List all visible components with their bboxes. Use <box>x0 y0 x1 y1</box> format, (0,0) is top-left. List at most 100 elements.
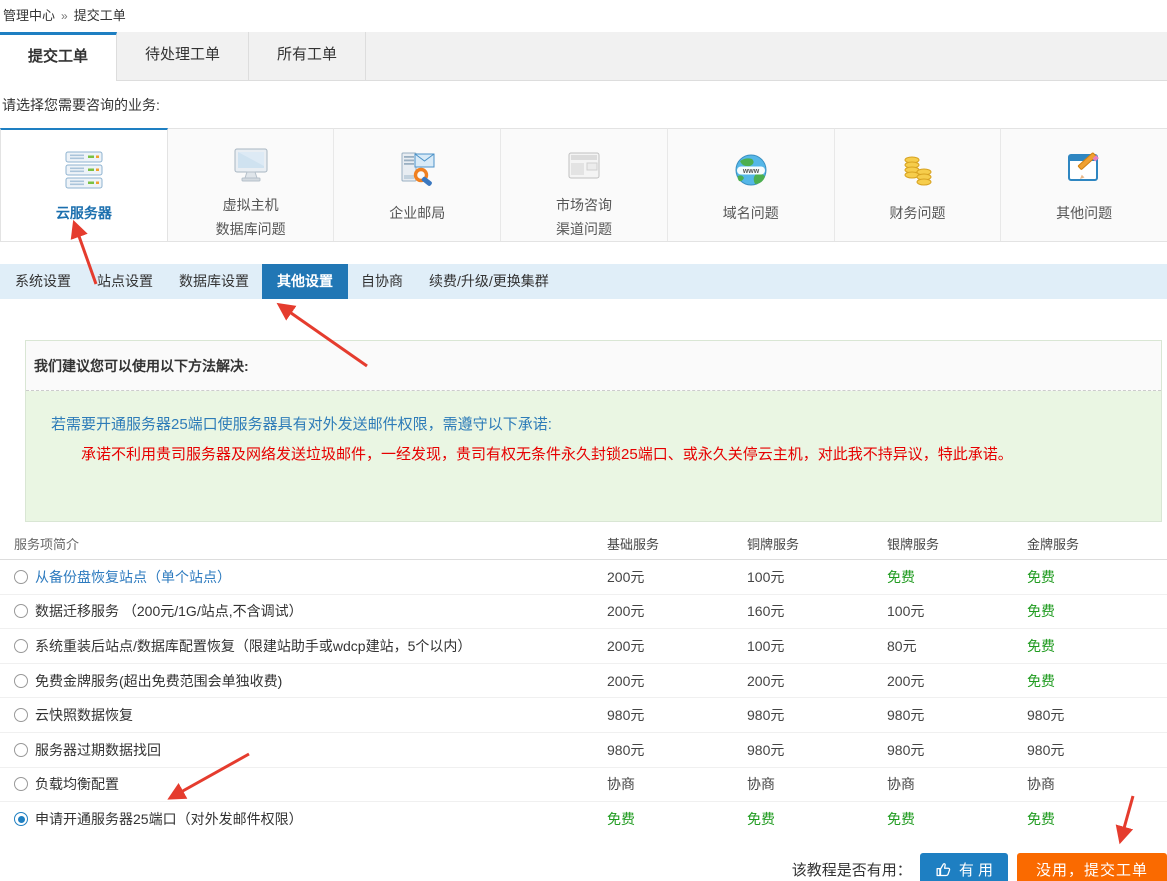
table-row: 免费金牌服务(超出免费范围会单独收费)200元200元200元免费 <box>0 664 1167 699</box>
service-radio[interactable] <box>14 604 28 618</box>
service-radio[interactable] <box>14 639 28 653</box>
price-cell: 100元 <box>747 636 887 656</box>
price-cell: 80元 <box>887 636 1027 656</box>
price-cell: 160元 <box>747 601 887 621</box>
table-row: 从备份盘恢复站点（单个站点）200元100元免费免费 <box>0 560 1167 595</box>
service-label[interactable]: 负载均衡配置 <box>35 774 119 794</box>
price-cell: 协商 <box>607 774 747 794</box>
col-header-bronze: 铜牌服务 <box>747 534 887 553</box>
service-radio[interactable] <box>14 743 28 757</box>
price-cell: 协商 <box>1027 774 1167 794</box>
submit-ticket-page: 管理中心»提交工单 提交工单 待处理工单 所有工单 请选择您需要咨询的业务: <box>0 0 1167 881</box>
service-cell: 系统重装后站点/数据库配置恢复（限建站助手或wdcp建站，5个以内） <box>0 636 607 656</box>
subtab-site-settings[interactable]: 站点设置 <box>84 264 166 299</box>
tab-pending-tickets[interactable]: 待处理工单 <box>117 32 249 80</box>
service-label[interactable]: 数据迁移服务 （200元/1G/站点,不含调试） <box>35 601 303 621</box>
col-header-silver: 银牌服务 <box>887 534 1027 553</box>
ticket-tabbar: 提交工单 待处理工单 所有工单 <box>0 32 1167 81</box>
useful-button[interactable]: 有 用 <box>920 853 1008 881</box>
service-radio[interactable] <box>14 708 28 722</box>
business-select-prompt: 请选择您需要咨询的业务: <box>2 95 1167 112</box>
price-cell: 免费 <box>1027 636 1167 656</box>
subtab-self-negotiate[interactable]: 自协商 <box>348 264 416 299</box>
service-label[interactable]: 申请开通服务器25端口（对外发邮件权限） <box>35 809 303 829</box>
price-cell: 200元 <box>607 567 747 587</box>
subtab-renew-upgrade[interactable]: 续费/升级/更换集群 <box>416 264 562 299</box>
table-row: 申请开通服务器25端口（对外发邮件权限）免费免费免费免费 <box>0 802 1167 837</box>
category-domain[interactable]: www 域名问题 <box>668 128 835 241</box>
col-header-gold: 金牌服务 <box>1027 534 1167 553</box>
price-cell: 协商 <box>747 774 887 794</box>
price-cell: 980元 <box>747 705 887 725</box>
service-table-body: 从备份盘恢复站点（单个站点）200元100元免费免费数据迁移服务 （200元/1… <box>0 560 1167 837</box>
breadcrumb-current: 提交工单 <box>74 8 126 23</box>
market-consult-icon <box>561 145 607 189</box>
service-label[interactable]: 系统重装后站点/数据库配置恢复（限建站助手或wdcp建站，5个以内） <box>35 636 471 656</box>
finance-icon <box>894 145 940 197</box>
suggestion-box: 我们建议您可以使用以下方法解决: 若需要开通服务器25端口使服务器具有对外发送邮… <box>25 340 1162 522</box>
table-row: 云快照数据恢复980元980元980元980元 <box>0 698 1167 733</box>
price-cell: 200元 <box>607 671 747 691</box>
service-table: 服务项简介 基础服务 铜牌服务 银牌服务 金牌服务 从备份盘恢复站点（单个站点）… <box>0 527 1167 837</box>
subtab-system-settings[interactable]: 系统设置 <box>2 264 84 299</box>
price-cell: 980元 <box>887 740 1027 760</box>
table-row: 服务器过期数据找回980元980元980元980元 <box>0 733 1167 768</box>
price-cell: 200元 <box>887 671 1027 691</box>
category-other[interactable]: 其他问题 <box>1001 128 1167 241</box>
price-cell: 980元 <box>607 740 747 760</box>
business-categories: 云服务器 虚拟主机 数据库问题 <box>0 128 1167 242</box>
tab-submit-ticket[interactable]: 提交工单 <box>0 32 117 81</box>
suggestion-body: 若需要开通服务器25端口使服务器具有对外发送邮件权限，需遵守以下承诺: 承诺不利… <box>26 391 1161 521</box>
port25-notice: 若需要开通服务器25端口使服务器具有对外发送邮件权限，需遵守以下承诺: <box>51 413 1151 434</box>
service-radio[interactable] <box>14 674 28 688</box>
col-header-service: 服务项简介 <box>0 534 607 553</box>
useful-button-label: 有 用 <box>959 859 993 880</box>
price-cell: 免费 <box>1027 809 1167 829</box>
feedback-question: 该教程是否有用： <box>792 859 912 880</box>
category-label: 其他问题 <box>1056 201 1112 225</box>
price-cell: 200元 <box>607 636 747 656</box>
breadcrumb-section[interactable]: 管理中心 <box>3 8 55 23</box>
service-label[interactable]: 服务器过期数据找回 <box>35 740 161 760</box>
feedback-bar: 该教程是否有用： 有 用 没用，提交工单 <box>0 853 1167 881</box>
tab-all-tickets[interactable]: 所有工单 <box>249 32 366 80</box>
service-radio[interactable] <box>14 777 28 791</box>
breadcrumb: 管理中心»提交工单 <box>0 0 1167 32</box>
category-label: 财务问题 <box>889 201 945 225</box>
price-cell: 免费 <box>1027 671 1167 691</box>
category-enterprise-mail[interactable]: 企业邮局 <box>334 128 501 241</box>
service-radio[interactable] <box>14 570 28 584</box>
service-cell: 服务器过期数据找回 <box>0 740 607 760</box>
price-cell: 980元 <box>1027 740 1167 760</box>
table-row: 系统重装后站点/数据库配置恢复（限建站助手或wdcp建站，5个以内） 200元10… <box>0 629 1167 664</box>
suggestion-header: 我们建议您可以使用以下方法解决: <box>26 341 1161 391</box>
service-cell: 云快照数据恢复 <box>0 705 607 725</box>
category-cloud-server[interactable]: 云服务器 <box>0 128 168 241</box>
category-finance[interactable]: 财务问题 <box>835 128 1002 241</box>
price-cell: 980元 <box>1027 705 1167 725</box>
service-cell: 从备份盘恢复站点（单个站点） <box>0 567 607 587</box>
subtab-database-settings[interactable]: 数据库设置 <box>166 264 262 299</box>
thumbs-up-icon <box>935 861 952 878</box>
price-cell: 协商 <box>887 774 1027 794</box>
virtual-host-icon <box>228 145 274 189</box>
cloud-server-icon <box>61 145 107 197</box>
service-label[interactable]: 免费金牌服务(超出免费范围会单独收费) <box>35 671 282 691</box>
service-label[interactable]: 从备份盘恢复站点（单个站点） <box>35 567 231 587</box>
category-virtual-host[interactable]: 虚拟主机 数据库问题 <box>168 128 335 241</box>
service-cell: 负载均衡配置 <box>0 774 607 794</box>
submit-ticket-button[interactable]: 没用，提交工单 <box>1017 853 1167 881</box>
service-label[interactable]: 云快照数据恢复 <box>35 705 133 725</box>
enterprise-mail-icon <box>394 145 440 197</box>
category-market-consult[interactable]: 市场咨询 渠道问题 <box>501 128 668 241</box>
domain-icon: www <box>728 145 774 197</box>
price-cell: 免费 <box>887 567 1027 587</box>
category-label: 市场咨询 渠道问题 <box>556 193 612 241</box>
service-table-header: 服务项简介 基础服务 铜牌服务 银牌服务 金牌服务 <box>0 527 1167 560</box>
service-radio-selected[interactable] <box>14 812 28 826</box>
category-label: 云服务器 <box>56 201 112 225</box>
table-row: 数据迁移服务 （200元/1G/站点,不含调试）200元160元100元免费 <box>0 595 1167 630</box>
price-cell: 免费 <box>747 809 887 829</box>
category-label: 虚拟主机 数据库问题 <box>216 193 286 241</box>
subtab-other-settings[interactable]: 其他设置 <box>262 264 348 299</box>
